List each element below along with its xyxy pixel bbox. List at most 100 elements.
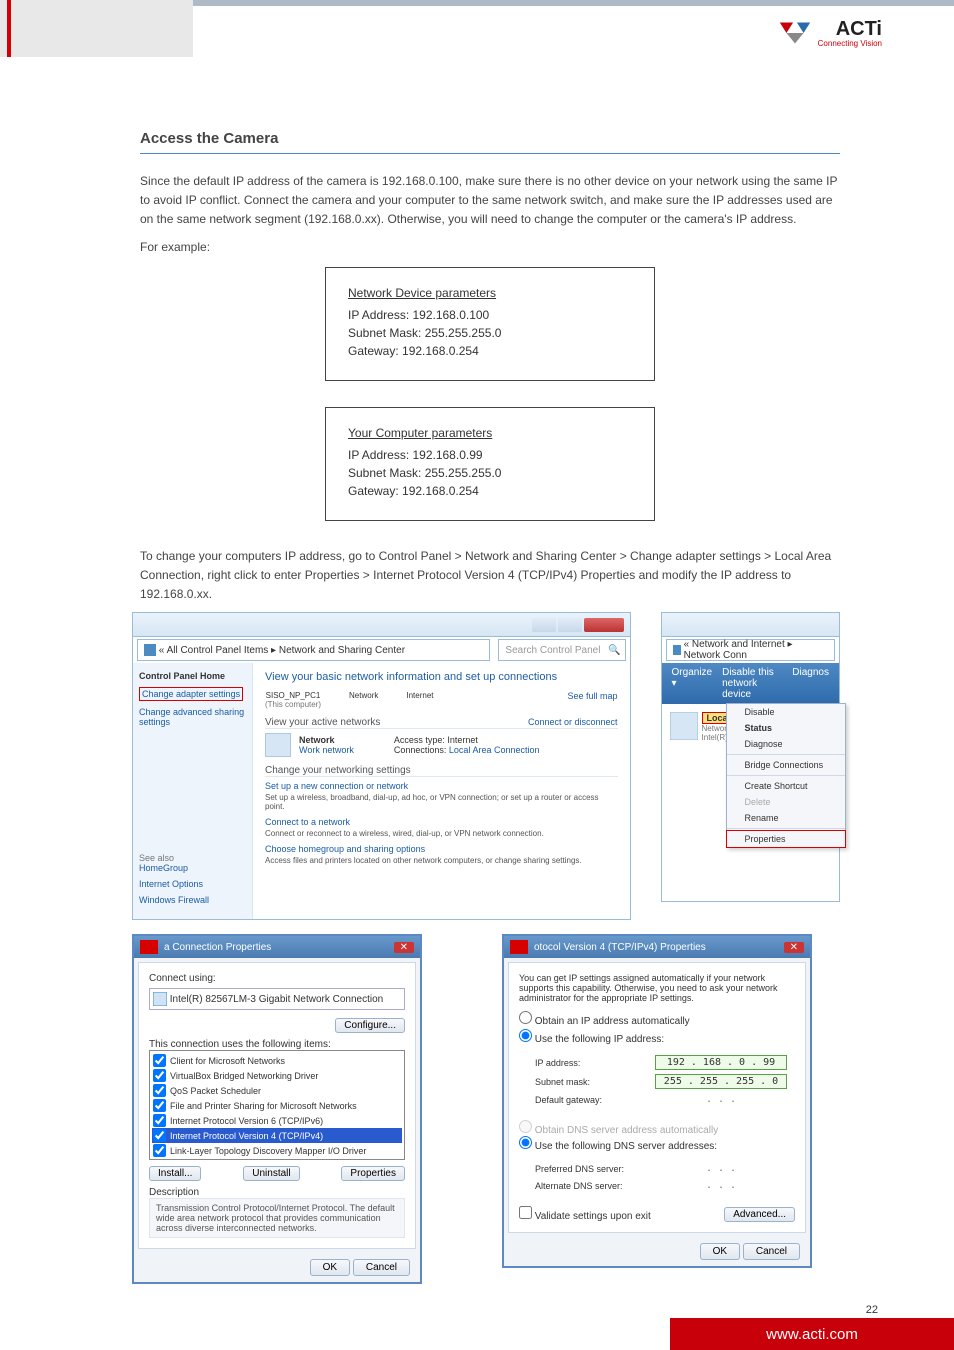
radio-dns-manual[interactable]: Use the following DNS server addresses: — [519, 1136, 795, 1152]
sidebar-advanced-sharing[interactable]: Change advanced sharing settings — [139, 707, 246, 727]
footer-url: www.acti.com — [670, 1318, 954, 1350]
pref-dns-label: Preferred DNS server: — [535, 1164, 655, 1174]
cancel-button[interactable]: Cancel — [743, 1243, 800, 1260]
toolbar-disable[interactable]: Disable this network device — [722, 667, 782, 700]
see-also-homegroup[interactable]: HomeGroup — [139, 863, 246, 873]
radio-input[interactable] — [519, 1029, 532, 1042]
sidebar-home[interactable]: Control Panel Home — [139, 671, 246, 681]
section-title: Access the Camera — [140, 130, 840, 147]
checkbox[interactable] — [153, 1099, 166, 1112]
close-icon[interactable]: ✕ — [394, 942, 414, 953]
breadcrumb[interactable]: « All Control Panel Items ▸ Network and … — [137, 639, 490, 661]
connect-using-label: Connect using: — [149, 973, 405, 984]
main-heading: View your basic network information and … — [265, 671, 618, 683]
brand-tagline: Connecting Vision — [818, 39, 882, 48]
search-icon[interactable]: 🔍 — [608, 645, 620, 656]
list-item: QoS Packet Scheduler — [152, 1083, 402, 1098]
alt-dns-input[interactable]: . . . — [655, 1179, 787, 1192]
checkbox[interactable] — [153, 1069, 166, 1082]
menu-separator-3 — [727, 828, 845, 829]
menu-shortcut[interactable]: Create Shortcut — [727, 778, 845, 794]
protocol-list[interactable]: Client for Microsoft Networks VirtualBox… — [149, 1050, 405, 1160]
see-also-firewall[interactable]: Windows Firewall — [139, 895, 246, 905]
configure-button[interactable]: Configure... — [335, 1018, 405, 1033]
radio-use-following[interactable]: Use the following IP address: — [519, 1029, 795, 1045]
toolbar-diagnose[interactable]: Diagnos — [792, 667, 829, 700]
checkbox[interactable] — [153, 1144, 166, 1157]
red-callout-icon — [510, 940, 528, 954]
validate-checkbox[interactable]: Validate settings upon exit — [519, 1206, 651, 1222]
checkbox[interactable] — [153, 1054, 166, 1067]
advanced-button[interactable]: Advanced... — [724, 1207, 795, 1222]
ip-address-input[interactable]: 192 . 168 . 0 . 99 — [655, 1055, 787, 1070]
subnet-mask-input[interactable]: 255 . 255 . 255 . 0 — [655, 1074, 787, 1089]
properties-button[interactable]: Properties — [341, 1166, 405, 1181]
list-item: File and Printer Sharing for Microsoft N… — [152, 1098, 402, 1113]
menu-diagnose[interactable]: Diagnose — [727, 736, 845, 752]
task-setup-desc: Set up a wireless, broadband, dial-up, a… — [265, 793, 618, 811]
close-icon[interactable] — [584, 618, 624, 632]
brand-logo: ACTi Connecting Vision — [776, 18, 882, 48]
task-homegroup[interactable]: Choose homegroup and sharing options — [265, 844, 618, 854]
list-item: Client for Microsoft Networks — [152, 1053, 402, 1068]
gateway-label: Default gateway: — [535, 1095, 655, 1105]
close-icon[interactable]: ✕ — [784, 942, 804, 953]
connection-properties-title: a Connection Properties ✕ — [134, 936, 420, 958]
sidebar: Control Panel Home Change adapter settin… — [133, 663, 253, 919]
maximize-icon[interactable] — [558, 618, 582, 632]
checkbox[interactable] — [519, 1206, 532, 1219]
alt-dns-label: Alternate DNS server: — [535, 1181, 655, 1191]
toolbar-organize[interactable]: Organize ▾ — [672, 667, 713, 700]
menu-delete: Delete — [727, 794, 845, 810]
pc-gw-row: Gateway: 192.168.0.254 — [348, 484, 632, 498]
minimize-icon[interactable] — [532, 618, 556, 632]
network-sharing-center-window: « All Control Panel Items ▸ Network and … — [132, 612, 631, 920]
task-connect-network[interactable]: Connect to a network — [265, 817, 618, 827]
ok-button[interactable]: OK — [700, 1243, 740, 1260]
pc-ip-row: IP Address: 192.168.0.99 — [348, 448, 632, 462]
window-titlebar-2 — [662, 613, 839, 637]
menu-properties[interactable]: Properties — [727, 831, 845, 847]
main-panel: View your basic network information and … — [253, 663, 630, 919]
cancel-button[interactable]: Cancel — [353, 1259, 410, 1276]
uses-items-label: This connection uses the following items… — [149, 1039, 405, 1050]
shield-icon — [673, 645, 681, 655]
breadcrumb-2[interactable]: « Network and Internet ▸ Network Conn — [666, 639, 835, 661]
sidebar-change-adapter[interactable]: Change adapter settings — [139, 687, 243, 701]
menu-disable[interactable]: Disable — [727, 704, 845, 720]
connections-value[interactable]: Local Area Connection — [449, 745, 540, 755]
task-setup-connection[interactable]: Set up a new connection or network — [265, 781, 618, 791]
connect-disconnect-link[interactable]: Connect or disconnect — [528, 717, 618, 728]
install-button[interactable]: Install... — [149, 1166, 201, 1181]
pc-mask-row: Subnet Mask: 255.255.255.0 — [348, 466, 632, 480]
radio-obtain-auto[interactable]: Obtain an IP address automatically — [519, 1011, 795, 1027]
checkbox[interactable] — [153, 1084, 166, 1097]
checkbox[interactable] — [153, 1114, 166, 1127]
see-full-map-link[interactable]: See full map — [568, 691, 618, 701]
menu-status[interactable]: Status — [727, 720, 845, 736]
active-network-type[interactable]: Work network — [299, 745, 354, 755]
gateway-input[interactable]: . . . — [655, 1093, 787, 1106]
toolbar: Organize ▾ Disable this network device D… — [662, 663, 839, 704]
control-panel-icon — [144, 644, 156, 656]
see-also-internet-options[interactable]: Internet Options — [139, 879, 246, 889]
device-gw-row: Gateway: 192.168.0.254 — [348, 344, 632, 358]
menu-rename[interactable]: Rename — [727, 810, 845, 826]
checkbox[interactable] — [153, 1159, 166, 1160]
ok-button[interactable]: OK — [310, 1259, 350, 1276]
active-network-name: Network — [299, 735, 354, 745]
red-callout-icon — [140, 940, 158, 954]
radio-input — [519, 1120, 532, 1133]
checkbox[interactable] — [153, 1129, 166, 1142]
subnet-mask-label: Subnet mask: — [535, 1077, 655, 1087]
radio-input[interactable] — [519, 1136, 532, 1149]
search-input[interactable]: Search Control Panel 🔍 — [498, 639, 625, 661]
description-label: Description — [149, 1187, 405, 1198]
menu-bridge[interactable]: Bridge Connections — [727, 757, 845, 773]
header-red-accent — [7, 0, 11, 57]
list-item: Link-Layer Topology Discovery Responder — [152, 1158, 402, 1160]
instruction-paragraph: To change your computers IP address, go … — [140, 547, 840, 605]
pref-dns-input[interactable]: . . . — [655, 1162, 787, 1175]
radio-input[interactable] — [519, 1011, 532, 1024]
uninstall-button[interactable]: Uninstall — [243, 1166, 299, 1181]
